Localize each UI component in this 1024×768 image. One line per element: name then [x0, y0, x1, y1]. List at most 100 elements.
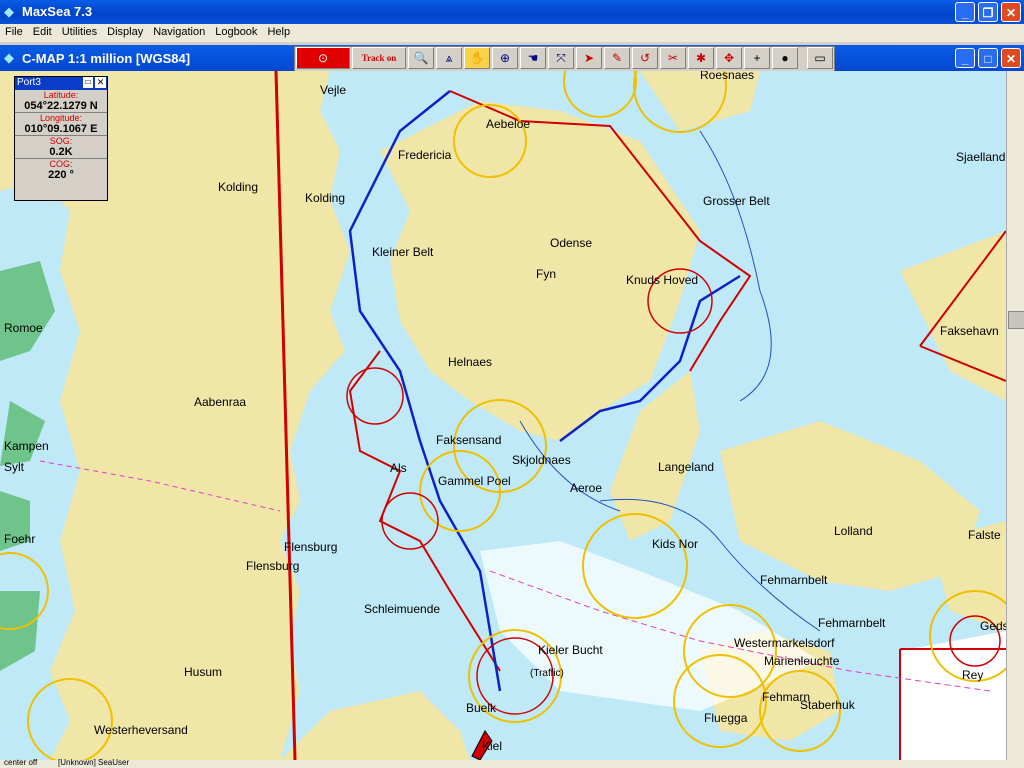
chart-window-icon: ◆	[4, 50, 14, 65]
chart-window-title: C-MAP 1:1 million [WGS84]	[22, 51, 191, 66]
label-kolding-port: Kolding	[305, 191, 346, 205]
maximize-button[interactable]: ❐	[978, 2, 998, 22]
status-center[interactable]: center off	[4, 758, 37, 767]
chart-drawing	[0, 71, 1006, 760]
menu-navigation[interactable]: Navigation	[148, 24, 210, 40]
latitude-value: 054°22.1279 N	[15, 100, 107, 113]
label-faksensand: Faksensand	[436, 433, 502, 447]
label-faksehavn: Faksehavn	[940, 324, 999, 338]
track-on-button[interactable]: Track on	[352, 47, 406, 69]
panel-close-icon[interactable]: ✕	[95, 77, 106, 88]
crosshair-icon[interactable]: ⊕	[492, 47, 518, 69]
label-odense: Odense	[550, 236, 593, 250]
label-fehmarnbelt: Fehmarnbelt	[760, 573, 828, 587]
menu-help[interactable]: Help	[262, 24, 295, 40]
label-kiel: Kiel	[482, 739, 503, 753]
chart-toolbar: ⊙ Track on 🔍 ⩓ ✋ ⊕ ☚ ⤧ ➤ ✎ ↺ ✂ ✱ ✥ + ● ▭	[294, 46, 835, 72]
label-roesnaes: Roesnaes	[700, 71, 755, 82]
port-info-panel[interactable]: Port3 ▭ ✕ Latitude: 054°22.1279 N Longit…	[14, 76, 108, 201]
menu-file[interactable]: File	[0, 24, 28, 40]
label-sylt: Sylt	[4, 460, 25, 474]
label-skjoldnaes: Skjoldnaes	[512, 453, 571, 467]
status-user: [Unknown] SeaUser	[58, 758, 130, 767]
pointer-icon[interactable]: ➤	[576, 47, 602, 69]
waypoint-icon[interactable]: ✱	[688, 47, 714, 69]
panel-title: Port3	[17, 77, 41, 88]
label-geds: Geds	[980, 619, 1006, 633]
sog-value: 0.2K	[15, 146, 107, 159]
label-schleimuende: Schleimuende	[364, 602, 441, 616]
zoom-icon[interactable]: 🔍	[408, 47, 434, 69]
scroll-thumb[interactable]	[1008, 311, 1024, 329]
label-buelk: Buelk	[466, 701, 497, 715]
label-staberhuk: Staberhuk	[800, 698, 855, 712]
label-kolding: Kolding	[218, 180, 259, 194]
grab-icon[interactable]: ☚	[520, 47, 546, 69]
label-kieler-bucht: Kieler Bucht	[538, 643, 603, 657]
latitude-label: Latitude:	[43, 90, 79, 100]
label-marienleuchte: Marienleuchte	[764, 654, 840, 668]
chart-close-button[interactable]: ✕	[1001, 48, 1021, 68]
label-fyn: Fyn	[536, 267, 557, 281]
label-kids-nor: Kids Nor	[652, 537, 699, 551]
compass-icon[interactable]: ⩓	[436, 47, 462, 69]
label-fluegga: Fluegga	[704, 711, 748, 725]
vertical-scrollbar[interactable]	[1006, 71, 1024, 760]
label-flensburg: Flensburg	[246, 559, 300, 573]
app-title: MaxSea 7.3	[22, 4, 93, 19]
label-als: Als	[390, 461, 407, 475]
longitude-label: Longitude:	[39, 113, 83, 123]
label-westerheversand: Westerheversand	[94, 723, 188, 737]
app-title-bar: ◆ MaxSea 7.3 _ ❐ ✕	[0, 0, 1024, 24]
status-bar: center off [Unknown] SeaUser	[0, 758, 1024, 768]
panel-header[interactable]: Port3 ▭ ✕	[15, 77, 107, 90]
label-knuds-hoved: Knuds Hoved	[626, 273, 699, 287]
label-vejle: Vejle	[320, 83, 347, 97]
menu-display[interactable]: Display	[102, 24, 148, 40]
plus-icon[interactable]: +	[744, 47, 770, 69]
label-husum: Husum	[184, 665, 223, 679]
hand-pan-icon[interactable]: ✋	[464, 47, 490, 69]
label-fehmarnbelt-2: Fehmarnbelt	[818, 616, 886, 630]
label-falster: Falste	[968, 528, 1001, 542]
label-rey: Rey	[962, 668, 984, 682]
panel-restore-icon[interactable]: ▭	[83, 77, 93, 88]
menu-logbook[interactable]: Logbook	[210, 24, 262, 40]
cog-label: COG:	[49, 159, 73, 169]
close-button[interactable]: ✕	[1001, 2, 1021, 22]
chart-maximize-button[interactable]: □	[978, 48, 998, 68]
label-kleiner-belt: Kleiner Belt	[372, 245, 434, 259]
scissors-icon[interactable]: ✂	[660, 47, 686, 69]
label-helnaes: Helnaes	[448, 355, 493, 369]
label-traffic: (Traffic)	[530, 668, 564, 679]
sog-label: SOG:	[49, 136, 73, 146]
chart-minimize-button[interactable]: _	[955, 48, 975, 68]
dual-window-icon[interactable]: ▭	[807, 47, 833, 69]
label-flensburg-port: Flensburg	[284, 540, 338, 554]
cog-value: 220 °	[48, 169, 74, 181]
label-fredericia: Fredericia	[398, 148, 452, 162]
label-sjaelland: Sjaelland	[956, 150, 1006, 164]
move-icon[interactable]: ✥	[716, 47, 742, 69]
menu-bar: File Edit Utilities Display Navigation Logboo…	[0, 24, 1024, 42]
label-romoe: Romoe	[4, 321, 43, 335]
nautical-chart[interactable]: Vejle Aebeloe Roesnaes Fredericia Koldin…	[0, 71, 1006, 760]
label-langeland: Langeland	[658, 460, 715, 474]
menu-utilities[interactable]: Utilities	[57, 24, 102, 40]
label-aabenraa: Aabenraa	[194, 395, 247, 409]
label-lolland: Lolland	[834, 524, 873, 538]
pencil-icon[interactable]: ✎	[604, 47, 630, 69]
label-gammel-poel: Gammel Poel	[438, 474, 511, 488]
route-icon[interactable]: ↺	[632, 47, 658, 69]
app-icon: ◆	[4, 4, 14, 19]
label-westermarkelsdorf: Westermarkelsdorf	[734, 636, 835, 650]
label-aebeloe: Aebeloe	[486, 117, 531, 131]
mark-icon[interactable]: ●	[772, 47, 798, 69]
label-kampen: Kampen	[4, 439, 49, 453]
label-grosser-belt: Grosser Belt	[703, 194, 770, 208]
minimize-button[interactable]: _	[955, 2, 975, 22]
measure-icon[interactable]: ⤧	[548, 47, 574, 69]
menu-edit[interactable]: Edit	[28, 24, 57, 40]
label-aeroe: Aeroe	[570, 481, 603, 495]
record-button[interactable]: ⊙	[296, 47, 350, 69]
